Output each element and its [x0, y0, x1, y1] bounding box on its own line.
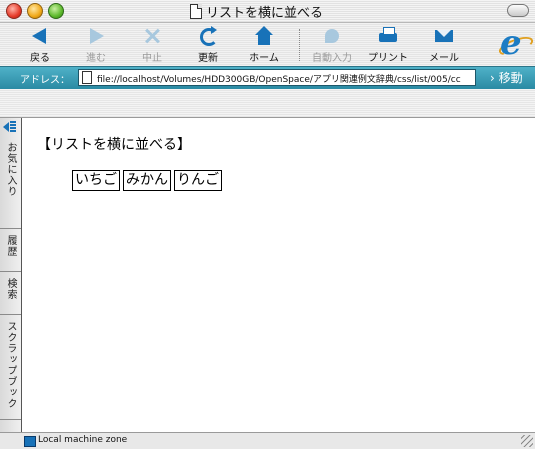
tab-favorites-label: お気に入り	[5, 142, 16, 197]
autofill-button[interactable]: 自動入力	[306, 25, 358, 64]
browser-window: リストを横に並べる 戻る 進む 中止 更新 ホーム 自動入力 プリント メール …	[0, 0, 535, 449]
home-button[interactable]: ホーム	[238, 25, 290, 64]
tab-history-label: 履歴	[5, 235, 16, 257]
minimize-window-button[interactable]	[27, 3, 43, 19]
tab-favorites[interactable]: お気に入り	[0, 136, 21, 229]
toolbar-separator	[299, 29, 301, 61]
tab-search-label: 検索	[5, 278, 16, 300]
stop-x-icon	[141, 25, 163, 47]
tab-history[interactable]: 履歴	[0, 229, 21, 272]
horizontal-list: いちご みかん りんご	[72, 170, 222, 191]
list-item: りんご	[174, 170, 222, 191]
refresh-button[interactable]: 更新	[182, 25, 234, 64]
zoom-window-button[interactable]	[48, 3, 64, 19]
mail-envelope-icon	[433, 25, 455, 47]
computer-zone-icon	[24, 436, 36, 447]
forward-arrow-icon	[85, 25, 107, 47]
page-content: 【リストを横に並べる】 いちご みかん りんご	[22, 118, 535, 432]
mail-button[interactable]: メール	[418, 25, 470, 64]
printer-icon	[377, 25, 399, 47]
address-url-text: file://localhost/Volumes/HDD300GB/OpenSp…	[97, 75, 461, 85]
autofill-icon	[321, 25, 343, 47]
print-label: プリント	[368, 53, 408, 64]
status-bar: Local machine zone	[0, 432, 535, 449]
page-document-icon	[82, 71, 92, 84]
back-arrow-icon	[29, 25, 51, 47]
tab-scrapbook-label: スクラップブック	[5, 321, 16, 409]
tab-search[interactable]: 検索	[0, 272, 21, 315]
stop-button[interactable]: 中止	[126, 25, 178, 64]
favorites-bar	[0, 89, 535, 118]
resize-grip-icon[interactable]	[521, 435, 533, 447]
refresh-label: 更新	[198, 53, 218, 64]
autofill-label: 自動入力	[312, 53, 352, 64]
back-button[interactable]: 戻る	[14, 25, 66, 64]
close-window-button[interactable]	[6, 3, 22, 19]
refresh-icon	[197, 25, 219, 47]
security-zone-text: Local machine zone	[38, 435, 128, 445]
back-label: 戻る	[30, 53, 50, 64]
mail-label: メール	[429, 53, 459, 64]
print-button[interactable]: プリント	[362, 25, 414, 64]
window-title: リストを横に並べる	[206, 5, 324, 21]
ie-logo-icon: e	[496, 23, 535, 63]
address-bar: アドレス： file://localhost/Volumes/HDD300GB/…	[0, 66, 535, 90]
stop-label: 中止	[142, 53, 162, 64]
go-button[interactable]: › 移動	[490, 69, 523, 86]
document-icon	[190, 3, 202, 19]
toolbar-toggle-button[interactable]	[507, 4, 529, 17]
home-icon	[253, 25, 275, 47]
explorer-bar-tabs: お気に入り 履歴 検索 スクラップブック	[0, 118, 22, 432]
address-label: アドレス：	[20, 75, 70, 86]
toolbar: 戻る 進む 中止 更新 ホーム 自動入力 プリント メール e	[0, 23, 535, 66]
forward-label: 進む	[86, 53, 106, 64]
list-item: みかん	[123, 170, 171, 191]
title-bar[interactable]: リストを横に並べる	[0, 0, 535, 23]
home-label: ホーム	[249, 53, 279, 64]
explorer-bar-toggle-icon[interactable]	[3, 121, 17, 133]
page-heading: 【リストを横に並べる】	[37, 137, 191, 153]
list-item: いちご	[72, 170, 120, 191]
forward-button[interactable]: 進む	[70, 25, 122, 64]
tab-scrapbook[interactable]: スクラップブック	[0, 315, 21, 420]
window-title-group: リストを横に並べる	[190, 2, 324, 21]
address-input[interactable]: file://localhost/Volumes/HDD300GB/OpenSp…	[78, 69, 476, 86]
